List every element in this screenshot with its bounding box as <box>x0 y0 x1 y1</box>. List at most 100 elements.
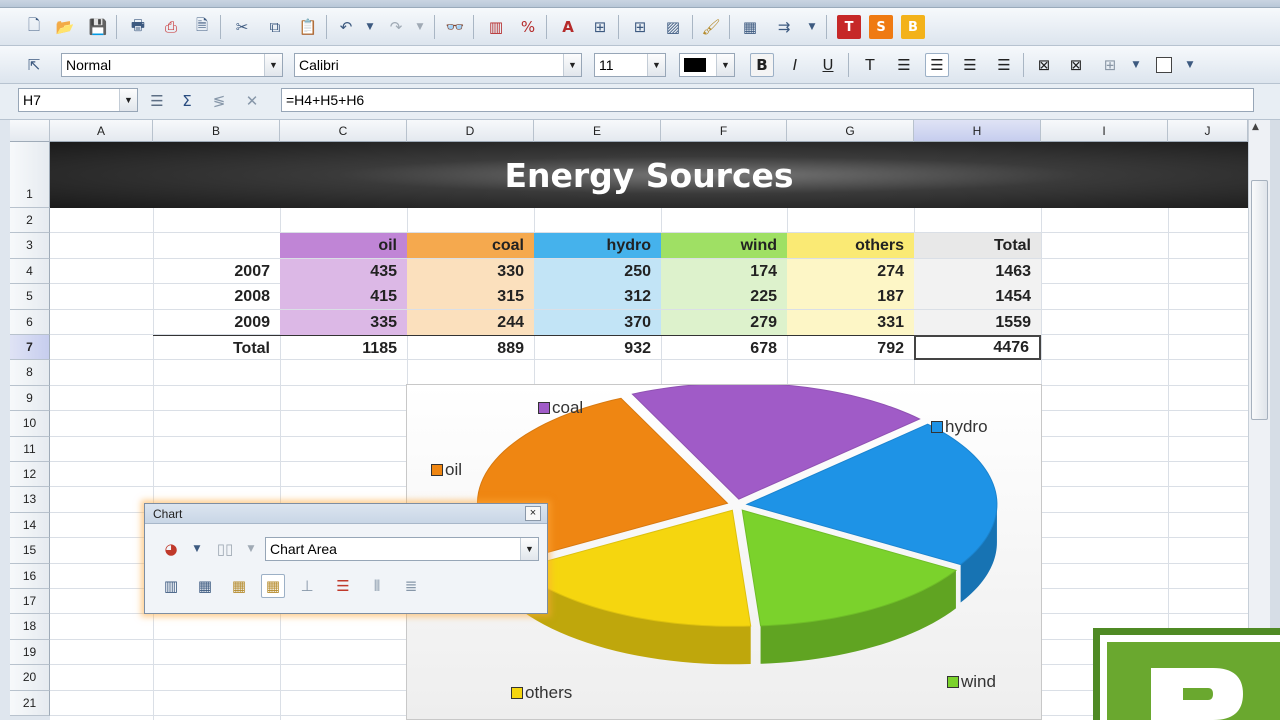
font-size-select[interactable]: 11 ▼ <box>594 53 666 77</box>
data-cell[interactable]: 174 <box>661 258 787 284</box>
total-cell[interactable]: 678 <box>661 335 787 360</box>
row-header-7[interactable]: 7 <box>10 335 50 361</box>
align-left-icon[interactable]: ☰ <box>892 53 916 77</box>
clear-format-icon[interactable]: 🖌 <box>699 15 723 39</box>
row-header-16[interactable]: 16 <box>10 563 50 589</box>
align-right-icon[interactable]: ☰ <box>925 53 949 77</box>
selected-cell[interactable]: 4476 <box>914 335 1041 360</box>
undo-icon[interactable]: ↶ <box>334 15 358 39</box>
crop-icon[interactable]: ⊞ <box>588 15 612 39</box>
app-presentation-icon[interactable]: B <box>901 15 925 39</box>
cut-icon[interactable]: ✂ <box>230 15 254 39</box>
chart-type-dropdown-icon[interactable]: ▼ <box>185 537 209 561</box>
open-icon[interactable]: 📂 <box>53 15 77 39</box>
fill-dropdown-icon[interactable]: ▼ <box>1178 53 1202 77</box>
row-header-8[interactable]: 8 <box>10 360 50 386</box>
sheet-title-banner[interactable]: Energy Sources <box>50 142 1248 208</box>
column-label-cell[interactable]: coal <box>407 233 534 259</box>
column-label-cell[interactable]: wind <box>661 233 787 259</box>
data-cell[interactable]: 1463 <box>914 258 1041 284</box>
row-header-13[interactable]: 13 <box>10 487 50 513</box>
chart-data-dropdown-icon[interactable]: ▼ <box>239 537 263 561</box>
data-cell[interactable]: 315 <box>407 284 534 310</box>
data-cell[interactable]: 331 <box>787 309 914 335</box>
column-header-g[interactable]: G <box>787 120 914 142</box>
column-label-cell[interactable]: others <box>787 233 914 259</box>
row-label-cell[interactable]: 2007 <box>153 259 280 284</box>
row-header-21[interactable]: 21 <box>10 690 50 716</box>
column-header-j[interactable]: J <box>1168 120 1248 142</box>
row-label-cell[interactable]: 2009 <box>153 310 280 335</box>
row-header-12[interactable]: 12 <box>10 462 50 488</box>
sort-dropdown-icon[interactable]: ▼ <box>800 15 824 39</box>
row-header-4[interactable]: 4 <box>10 258 50 285</box>
wrap-icon[interactable]: ⊠ <box>1064 53 1088 77</box>
data-cell[interactable]: 244 <box>407 309 534 335</box>
row-header-14[interactable]: 14 <box>10 512 50 539</box>
total-cell[interactable]: 932 <box>534 335 661 360</box>
row-label-cell[interactable]: 2008 <box>153 284 280 309</box>
save-icon[interactable]: 💾 <box>86 15 110 39</box>
data-cell[interactable]: 312 <box>534 284 661 310</box>
column-header-i[interactable]: I <box>1041 120 1168 142</box>
undo-dropdown-icon[interactable]: ▼ <box>358 15 382 39</box>
data-cell[interactable]: 250 <box>534 258 661 284</box>
sum-icon[interactable]: Σ <box>175 89 199 113</box>
total-cell[interactable]: 1185 <box>280 335 407 360</box>
row-header-3[interactable]: 3 <box>10 233 50 259</box>
data-cell[interactable]: 370 <box>534 309 661 335</box>
row-header-17[interactable]: 17 <box>10 589 50 615</box>
chart-grid-icon[interactable]: ▦ <box>261 574 285 598</box>
close-icon[interactable]: × <box>525 506 541 521</box>
align-center-icon[interactable]: ☰ <box>958 53 982 77</box>
paste-icon[interactable]: 📋 <box>296 15 320 39</box>
column-label-cell[interactable]: Total <box>914 233 1041 259</box>
total-cell[interactable]: 889 <box>407 335 534 360</box>
column-label-cell[interactable]: hydro <box>534 233 661 259</box>
data-cell[interactable]: 415 <box>280 284 407 310</box>
chart-icon[interactable]: ▥ <box>484 15 508 39</box>
copy-icon[interactable]: ⧉ <box>263 15 287 39</box>
data-cell[interactable]: 330 <box>407 258 534 284</box>
chart-format-icon[interactable]: ▦ <box>193 574 217 598</box>
pivot-icon[interactable]: ▦ <box>738 15 762 39</box>
row-header-15[interactable]: 15 <box>10 538 50 564</box>
total-label-cell[interactable]: Total <box>153 335 280 360</box>
zoom-icon[interactable]: % <box>516 15 540 39</box>
fill-color-icon[interactable] <box>1152 53 1176 77</box>
column-header-d[interactable]: D <box>407 120 534 142</box>
chart-data-icon[interactable]: ▯▯ <box>213 537 237 561</box>
chart-series-icon[interactable]: ▥ <box>159 574 183 598</box>
column-label-cell[interactable]: oil <box>280 233 407 259</box>
underline-icon[interactable]: U <box>816 53 840 77</box>
pdf-icon[interactable]: ⎙ <box>159 15 183 39</box>
chart-toolbar-panel[interactable]: Chart × ◕ ▼ ▯▯ ▼ Chart Area ▼ ▥ ▦ ▦ ▦ ⊥ … <box>144 503 548 614</box>
accept-icon[interactable]: ≶ <box>207 89 231 113</box>
row-header-20[interactable]: 20 <box>10 665 50 691</box>
data-cell[interactable]: 1559 <box>914 309 1041 335</box>
row-header-18[interactable]: 18 <box>10 614 50 640</box>
chart-vgrid-icon[interactable]: ≣ <box>399 574 423 598</box>
find-icon[interactable]: 👓 <box>443 15 467 39</box>
data-cell[interactable]: 225 <box>661 284 787 310</box>
print-icon[interactable]: 🖶 <box>126 15 150 39</box>
scroll-thumb[interactable] <box>1251 180 1268 420</box>
redo-dropdown-icon[interactable]: ▼ <box>408 15 432 39</box>
row-header-5[interactable]: 5 <box>10 284 50 310</box>
chart-hgrid-icon[interactable]: ⫴ <box>365 574 389 598</box>
sort-icon[interactable]: ⇉ <box>772 15 796 39</box>
app-sheets-icon[interactable]: S <box>869 15 893 39</box>
italic-icon[interactable]: I <box>783 53 807 77</box>
scroll-up-icon[interactable]: ▲ <box>1252 122 1259 132</box>
pointer-icon[interactable]: ⇱ <box>22 53 46 77</box>
data-cell[interactable]: 187 <box>787 284 914 310</box>
total-cell[interactable]: 792 <box>787 335 914 360</box>
cancel-icon[interactable]: ✕ <box>240 89 264 113</box>
row-header-6[interactable]: 6 <box>10 309 50 335</box>
row-header-11[interactable]: 11 <box>10 436 50 462</box>
merge-icon[interactable]: ⊠ <box>1032 53 1056 77</box>
text-rotate-icon[interactable]: T <box>858 53 882 77</box>
chart-element-select[interactable]: Chart Area ▼ <box>265 537 539 561</box>
data-cell[interactable]: 274 <box>787 258 914 284</box>
select-all-corner[interactable] <box>10 120 50 142</box>
